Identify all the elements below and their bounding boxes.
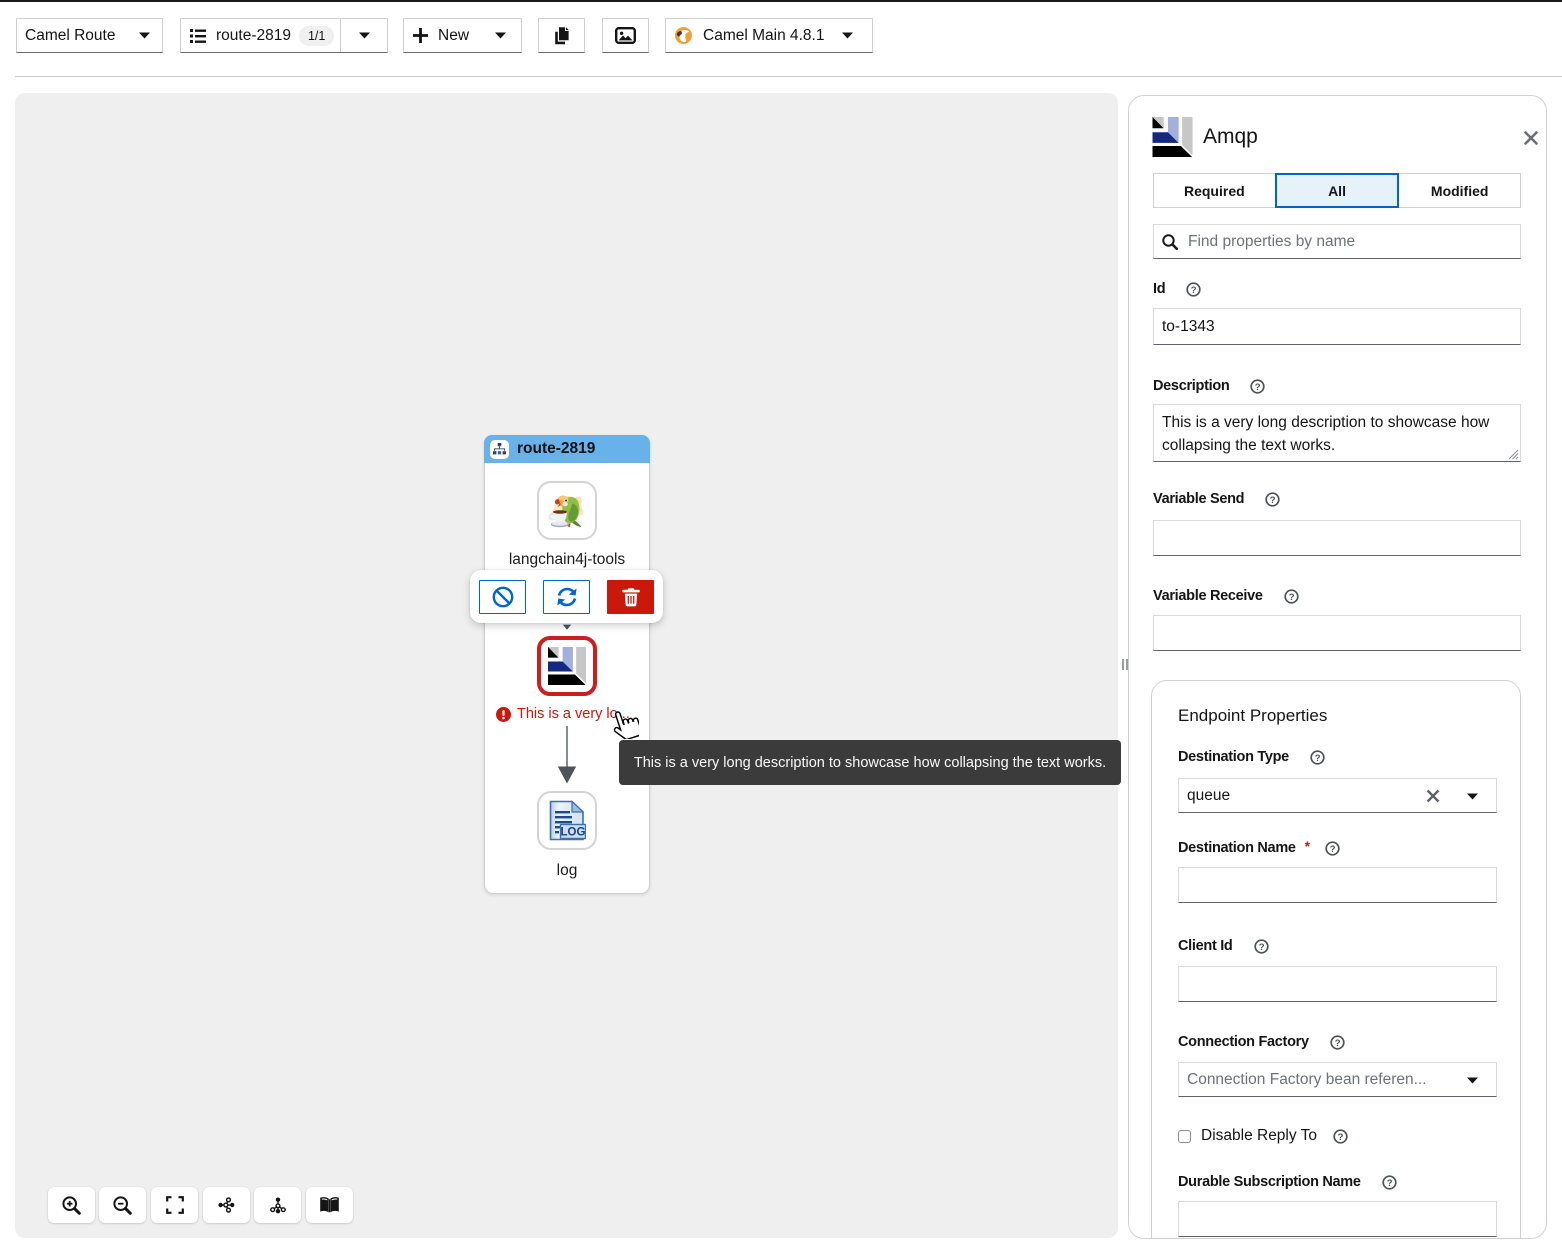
svg-text:?: ? — [1255, 381, 1261, 392]
svg-text:?: ? — [1386, 1177, 1392, 1188]
svg-text:?: ? — [1338, 1131, 1344, 1142]
svg-text:?: ? — [1270, 494, 1276, 505]
svg-text:?: ? — [1335, 1037, 1341, 1048]
svg-text:?: ? — [1258, 941, 1264, 952]
svg-text:LOG: LOG — [560, 827, 585, 839]
svg-text:?: ? — [1315, 752, 1321, 763]
svg-text:?: ? — [1288, 591, 1294, 602]
svg-text:?: ? — [1330, 843, 1336, 854]
svg-text:?: ? — [1191, 284, 1197, 295]
